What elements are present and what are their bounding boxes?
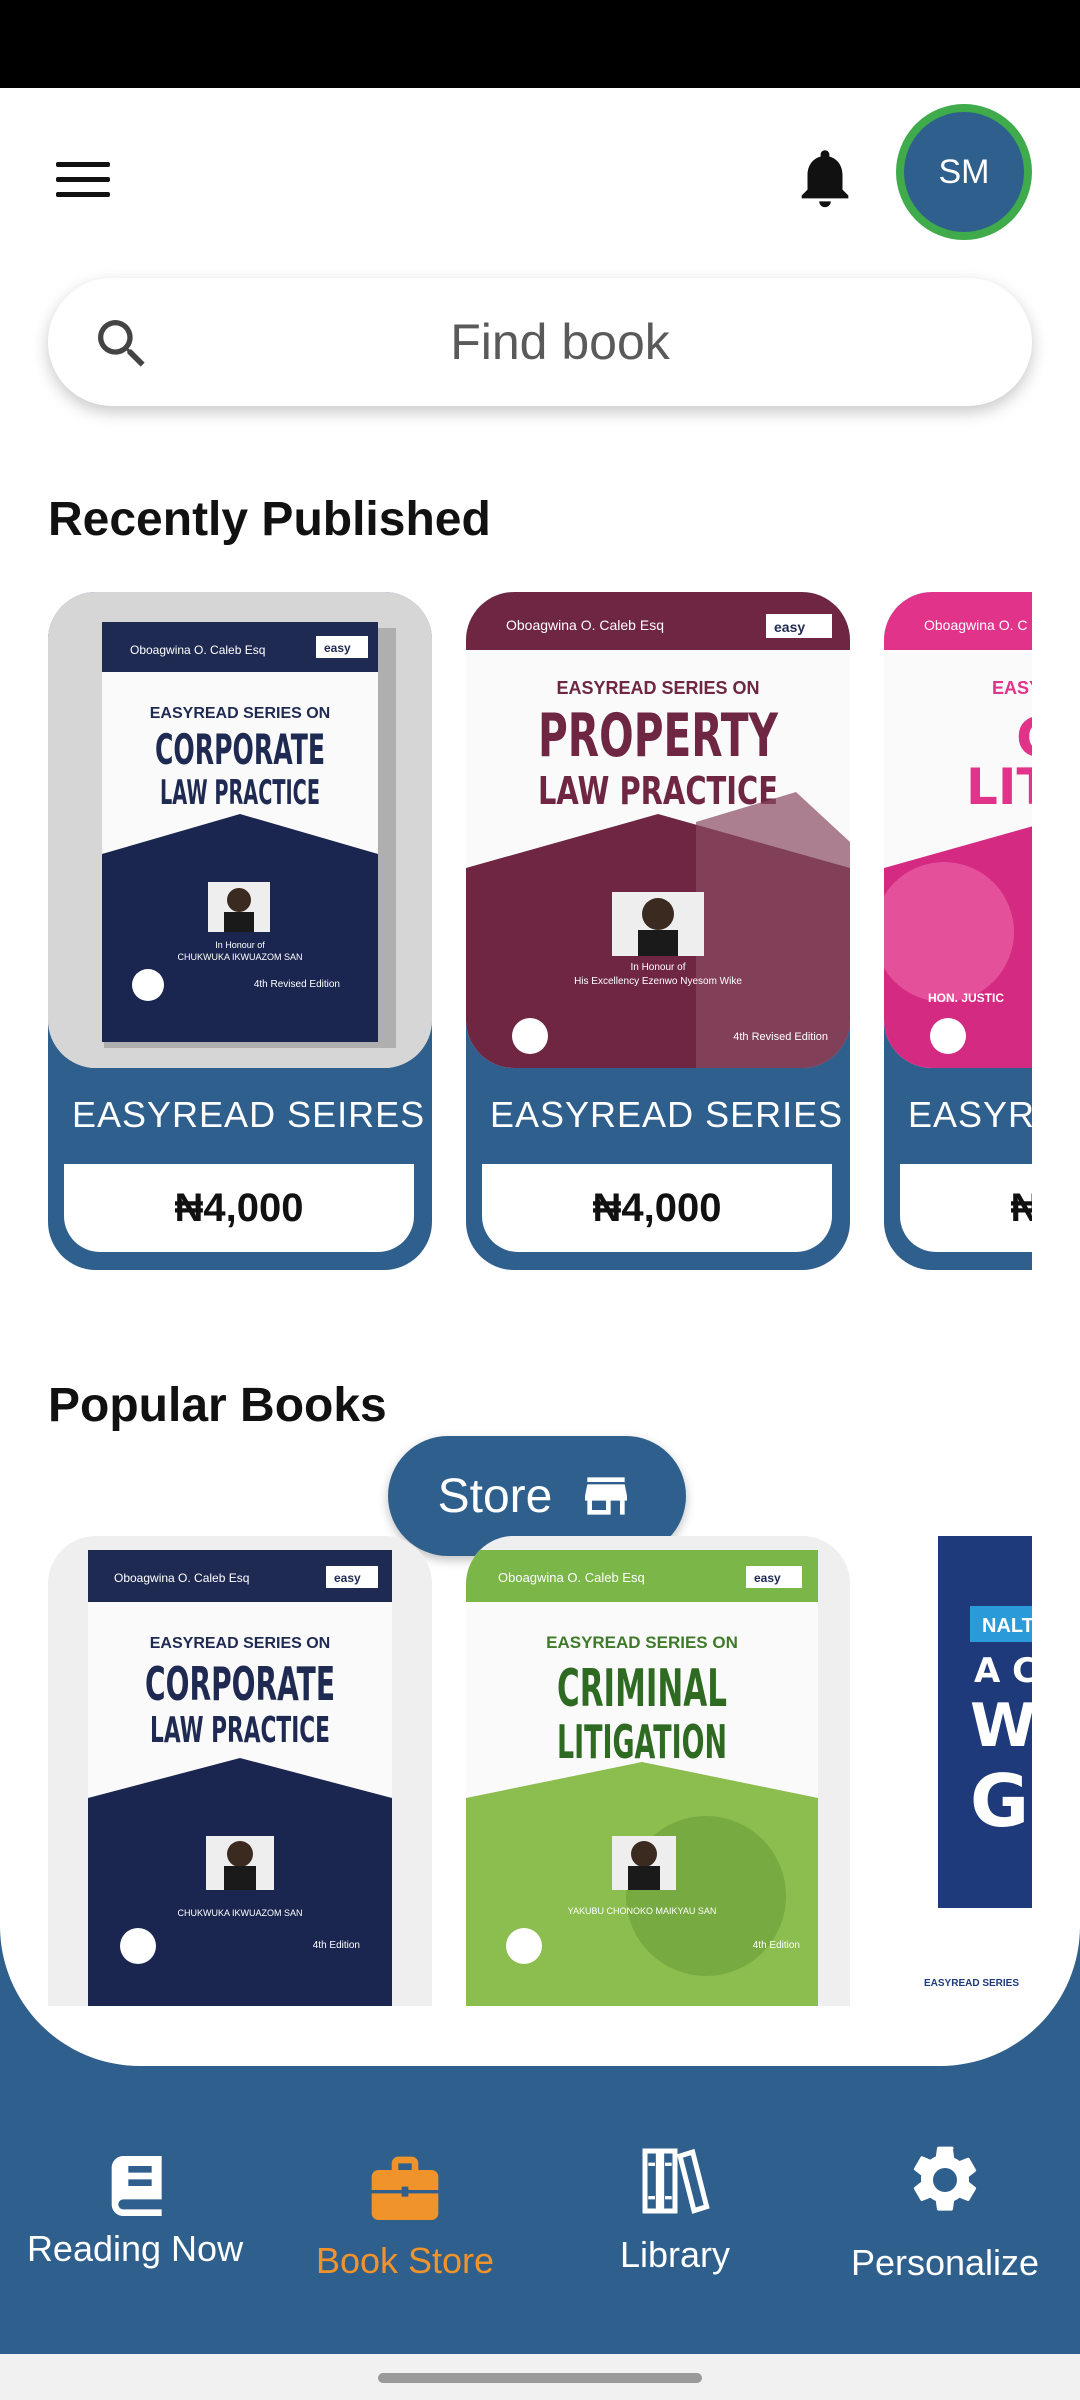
cover-honoree: YAKUBU CHONOKO MAIKYAU SAN: [568, 1906, 717, 1916]
svg-text:easy: easy: [334, 1571, 361, 1585]
library-icon: [642, 2148, 710, 2214]
cover-line2: WR: [970, 1691, 1032, 1761]
cover-line2: LITIGATION: [557, 1715, 727, 1769]
briefcase-icon: [371, 2156, 439, 2220]
recently-published-title: Recently Published: [48, 493, 491, 546]
search-input[interactable]: Find book: [48, 278, 1032, 406]
book-icon: [111, 2156, 162, 2216]
cover-edition: 4th Revised Edition: [254, 979, 340, 990]
avatar[interactable]: SM: [896, 104, 1032, 240]
cover-line2: LAW PRACTICE: [538, 769, 778, 813]
svg-text:easy: easy: [774, 619, 805, 635]
popular-book-card[interactable]: NALT A CON WR GU EASYREAD SERIES: [884, 1536, 1032, 2006]
cover-author: Oboagwina O. Caleb Esq: [130, 643, 265, 657]
cover-series: EASY: [992, 678, 1032, 698]
book-price[interactable]: ₦4,000: [900, 1164, 1032, 1252]
cover-honour: In Honour of: [215, 940, 265, 950]
cover-edition: 4th Edition: [753, 1940, 800, 1951]
hamburger-menu-icon[interactable]: [48, 148, 120, 210]
cover-line2: LAW PRACTICE: [150, 1710, 330, 1751]
cover-line3: GU: [970, 1759, 1032, 1843]
nav-item-personalize[interactable]: Personalize: [810, 2066, 1080, 2356]
nav-label: Personalize: [850, 2242, 1040, 2283]
nav-label: Book Store: [315, 2240, 495, 2281]
cover-author: Oboagwina O. C: [924, 617, 1028, 633]
cover-line2: LAW PRACTICE: [160, 773, 320, 813]
book-card[interactable]: Oboagwina O. Caleb Esq easy EASYREAD SER…: [466, 592, 850, 1270]
cover-series: EASYREAD SERIES ON: [150, 1635, 330, 1652]
nav-item-book-store[interactable]: Book Store: [270, 2066, 540, 2356]
gear-icon: [913, 2146, 977, 2211]
bell-icon[interactable]: [790, 138, 860, 218]
cover-series: EASYREAD SERIES ON: [546, 1633, 738, 1652]
cover-edition: 4th Revised Edition: [733, 1031, 828, 1043]
book-cover-art: Oboagwina O. Caleb Esq easy EASYREAD SER…: [466, 592, 850, 1068]
cover-series: EASYREAD SERIES ON: [556, 678, 759, 698]
svg-text:easy: easy: [324, 641, 351, 655]
home-gesture-handle[interactable]: [378, 2373, 702, 2383]
nav-item-library[interactable]: Library: [540, 2066, 810, 2356]
search-bar[interactable]: Find book: [48, 278, 1032, 406]
cover-series: EASYREAD SERIES ON: [150, 705, 330, 722]
status-bar: [0, 0, 1080, 88]
book-cover-art: Oboagwina O. Caleb Esq easy EASYREAD SER…: [48, 1536, 432, 2006]
cover-badge: NALT: [982, 1615, 1032, 1637]
bottom-navigation: Reading Now Book Store Library Personali…: [0, 2066, 1080, 2356]
book-price[interactable]: ₦4,000: [482, 1164, 832, 1252]
popular-books-list[interactable]: Oboagwina O. Caleb Esq easy EASYREAD SER…: [48, 1536, 1032, 2066]
book-card[interactable]: Oboagwina O. Caleb Esq easy EASYREAD SER…: [48, 592, 432, 1270]
cover-line1: A CON: [974, 1651, 1032, 1691]
book-cover: Oboagwina O. Caleb Esq easy EASYREAD SER…: [466, 592, 850, 1068]
storefront-icon: [585, 1477, 628, 1515]
cover-honoree: HON. JUSTIC: [928, 991, 1004, 1005]
cover-line1: CRIMINAL: [557, 1659, 727, 1719]
cover-author: Oboagwina O. Caleb Esq: [498, 1570, 645, 1585]
nav-label: Reading Now: [26, 2228, 244, 2269]
cover-honoree: CHUKWUKA IKWUAZOM SAN: [177, 1908, 302, 1918]
cover-author: Oboagwina O. Caleb Esq: [114, 1571, 249, 1585]
popular-book-card[interactable]: Oboagwina O. Caleb Esq easy EASYREAD SER…: [466, 1536, 850, 2006]
cover-footer: EASYREAD SERIES: [924, 1978, 1019, 1989]
cover-line2: LITI: [966, 758, 1032, 816]
book-cover-art: NALT A CON WR GU EASYREAD SERIES: [884, 1536, 1032, 2006]
recently-published-list[interactable]: Oboagwina O. Caleb Esq easy EASYREAD SER…: [48, 592, 1032, 1272]
book-cover: Oboagwina O. Caleb Esq easy EASYREAD SER…: [48, 592, 432, 1068]
book-title: EASYREAD SERIES ON PROPERTY LAW PRACTICE: [490, 1094, 850, 1135]
popular-books-title: Popular Books: [48, 1379, 387, 1432]
book-cover-art: Oboagwina O. Caleb Esq easy EASYREAD SER…: [466, 1536, 850, 2006]
book-cover-art: Oboagwina O. Caleb Esq easy EASYREAD SER…: [48, 592, 432, 1068]
popular-book-card[interactable]: Oboagwina O. Caleb Esq easy EASYREAD SER…: [48, 1536, 432, 2006]
book-title: EASYREAD SERIES ON CIVIL LITIGATION: [908, 1094, 1032, 1135]
cover-honoree: CHUKWUKA IKWUAZOM SAN: [177, 952, 302, 962]
book-card[interactable]: Oboagwina O. C EASY C LITI HON. JUSTIC E…: [884, 592, 1032, 1270]
cover-line1: CORPORATE: [155, 725, 325, 774]
store-button-label: Store: [437, 1469, 553, 1523]
avatar-initials: SM: [938, 152, 990, 191]
cover-author: Oboagwina O. Caleb Esq: [506, 617, 664, 633]
cover-edition: 4th Edition: [313, 1940, 360, 1951]
book-title: EASYREAD SEIRES ON CORPORATE LAW PRACTIC…: [72, 1094, 432, 1135]
cover-honour: In Honour of: [630, 962, 685, 973]
nav-item-reading-now[interactable]: Reading Now: [0, 2066, 270, 2356]
main-content: SM Find book Recently Published Oboagwin…: [0, 88, 1080, 2066]
cover-line1: CORPORATE: [145, 1657, 335, 1711]
book-price[interactable]: ₦4,000: [64, 1164, 414, 1252]
cover-line1: PROPERTY: [538, 701, 779, 771]
book-cover-art: Oboagwina O. C EASY C LITI HON. JUSTIC: [884, 592, 1032, 1068]
nav-label: Library: [619, 2234, 731, 2275]
cover-honoree: His Excellency Ezenwo Nyesom Wike: [574, 976, 742, 987]
svg-text:easy: easy: [754, 1571, 781, 1585]
book-cover: Oboagwina O. C EASY C LITI HON. JUSTIC: [884, 592, 1032, 1068]
gesture-bar-area: [0, 2354, 1080, 2400]
